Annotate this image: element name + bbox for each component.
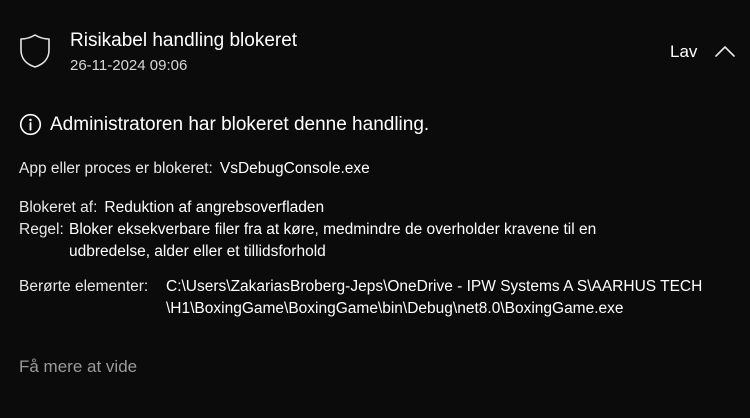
blocked-by-value: Reduktion af angrebsoverfladen	[104, 199, 325, 216]
learn-more-link[interactable]: Få mere at vide	[19, 357, 137, 377]
affected-row: Berørte elementer: C:\Users\ZakariasBrob…	[19, 276, 702, 320]
affected-value-line1: C:\Users\ZakariasBroberg-Jeps\OneDrive -…	[166, 278, 703, 295]
blocked-by-row: Blokeret af: Reduktion af angrebsoverfla…	[19, 197, 324, 219]
shield-icon	[19, 33, 51, 69]
app-label: App eller proces er blokeret:	[19, 160, 213, 177]
rule-value-line2: udbredelse, alder eller et tillidsforhol…	[69, 243, 326, 260]
affected-value-line2: \H1\BoxingGame\BoxingGame\bin\Debug\net8…	[166, 300, 624, 317]
severity-label: Lav	[670, 42, 698, 61]
app-value: VsDebugConsole.exe	[219, 160, 370, 177]
notification-title: Risikabel handling blokeret	[70, 30, 298, 51]
collapse-button[interactable]	[713, 42, 737, 60]
rule-label: Regel:	[19, 221, 64, 238]
rule-value-line1: Bloker eksekverbare filer fra at køre, m…	[69, 221, 597, 238]
chevron-up-icon	[715, 46, 735, 57]
rule-row: Regel: Bloker eksekverbare filer fra at …	[19, 219, 596, 263]
app-row: App eller proces er blokeret: VsDebugCon…	[19, 158, 370, 180]
info-icon	[19, 113, 42, 136]
notification-timestamp: 26-11-2024 09:06	[70, 57, 188, 74]
blocked-by-label: Blokeret af:	[19, 199, 98, 216]
summary-text: Administratoren har blokeret denne handl…	[50, 113, 430, 135]
affected-label: Berørte elementer:	[19, 278, 149, 295]
summary-row: Administratoren har blokeret denne handl…	[19, 113, 429, 136]
security-notification-panel: Risikabel handling blokeret 26-11-2024 0…	[0, 0, 750, 418]
